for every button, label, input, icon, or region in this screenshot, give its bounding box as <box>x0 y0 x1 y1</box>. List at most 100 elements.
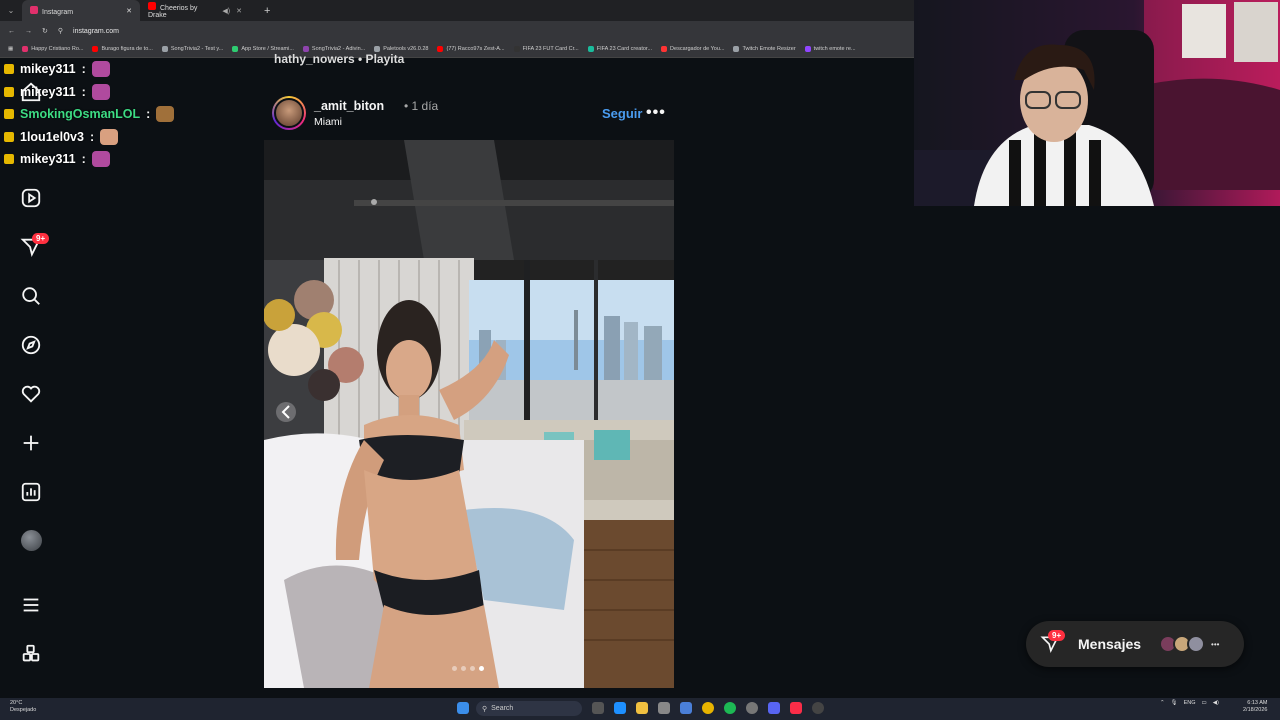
settings-icon[interactable] <box>746 702 758 714</box>
stream-chat-overlay: mikey311: mikey311: SmokingOsmanLOL:1lou1e… <box>4 58 204 171</box>
bookmark-item[interactable]: FIFA 23 Card creator... <box>587 46 652 52</box>
bookmark-favicon-icon <box>661 46 668 52</box>
post-photo[interactable] <box>264 140 674 688</box>
bookmark-favicon-icon <box>22 46 29 52</box>
screen: ⌄ Instagram ✕ Cheerios by Drake ◀) ✕ + ← … <box>0 0 1280 720</box>
profile-avatar[interactable] <box>21 530 42 551</box>
carousel-dot <box>470 666 475 671</box>
taskbar-clock[interactable]: 6:13 AM 2/18/2026 <box>1243 700 1267 714</box>
bookmark-item[interactable]: Descargador de You... <box>661 46 724 52</box>
chat-message: mikey311: <box>4 148 204 171</box>
volume-icon[interactable]: ◀) <box>1213 700 1219 706</box>
bookmark-favicon-icon <box>804 46 811 52</box>
messages-avatars <box>1159 635 1206 653</box>
more-apps-icon[interactable] <box>19 642 43 666</box>
search-icon[interactable] <box>19 284 43 308</box>
weather-widget[interactable]: 20°C Despejado <box>10 700 36 714</box>
store-icon[interactable] <box>658 702 670 714</box>
post-options-button[interactable]: ••• <box>646 104 666 122</box>
chat-username[interactable]: mikey311 <box>20 152 76 166</box>
bookmark-item[interactable]: Burago figura de to... <box>92 46 153 52</box>
carousel-dot <box>479 666 484 671</box>
post-location[interactable]: Miami <box>314 116 342 128</box>
microphone-icon[interactable]: 🎙 <box>1171 700 1178 706</box>
follow-button[interactable]: Seguir <box>602 106 642 121</box>
chat-emote-icon <box>100 128 119 145</box>
messages-badge: 9+ <box>1048 630 1066 641</box>
spotify-icon[interactable] <box>724 702 736 714</box>
discord-icon[interactable] <box>768 702 780 714</box>
taskbar-search-label: Search <box>491 705 514 712</box>
instagram-favicon-icon <box>30 5 38 14</box>
previous-post-header: hathy_nowers • Playita <box>274 52 405 66</box>
bookmark-item[interactable]: Twitch Emote Resizer <box>733 46 796 52</box>
music-icon[interactable] <box>790 702 802 714</box>
bookmark-item[interactable]: twitch emote re... <box>804 46 856 52</box>
tab-cheerios[interactable]: Cheerios by Drake ◀) ✕ <box>140 0 258 21</box>
post-username[interactable]: _amit_biton <box>314 99 384 113</box>
tray-chevron-icon[interactable]: ⌃ <box>1160 700 1165 706</box>
chat-separator: : <box>89 129 95 144</box>
carousel-indicator <box>452 666 484 671</box>
bookmark-favicon-icon <box>733 46 740 52</box>
messages-button[interactable]: Mensajes ••• <box>1026 621 1244 667</box>
home-icon[interactable] <box>19 80 43 104</box>
chat-message: 1lou1el0v3: <box>4 126 204 149</box>
subscriber-badge-icon <box>4 154 14 165</box>
bookmark-favicon-icon <box>437 46 444 52</box>
reload-icon[interactable]: ↻ <box>42 27 48 35</box>
file-explorer-icon[interactable] <box>636 702 648 714</box>
network-icon[interactable]: ▭ <box>1202 700 1207 706</box>
messages-more-label: ••• <box>1211 639 1220 649</box>
bookmark-item[interactable]: FIFA 23 FUT Card Cr... <box>513 46 579 52</box>
windows-start-icon[interactable] <box>457 702 469 714</box>
chat-separator: : <box>81 84 86 99</box>
mail-icon[interactable] <box>680 702 692 714</box>
taskbar-search[interactable]: ⚲ Search <box>476 701 582 716</box>
url-field[interactable]: instagram.com <box>73 28 119 35</box>
search-icon: ⚲ <box>482 705 488 713</box>
dashboard-icon[interactable] <box>19 480 43 504</box>
chat-separator: : <box>81 152 86 167</box>
clock-date: 2/18/2026 <box>1243 707 1268 713</box>
bookmark-item[interactable]: (77) Racco97s Zest-A... <box>437 46 505 52</box>
heart-icon[interactable] <box>19 382 43 406</box>
system-tray: ⌃ 🎙 ENG ▭ ◀) <box>1160 700 1219 706</box>
edge-icon[interactable] <box>614 702 626 714</box>
bookmark-favicon-icon <box>92 46 99 52</box>
tab-instagram[interactable]: Instagram ✕ <box>22 0 140 21</box>
post-author-avatar[interactable] <box>272 96 306 130</box>
language-indicator[interactable]: ENG <box>1184 700 1196 706</box>
new-tab-button[interactable]: + <box>258 5 276 17</box>
back-icon[interactable]: ← <box>8 28 15 35</box>
chat-username[interactable]: SmokingOsmanLOL <box>20 107 140 121</box>
forward-icon[interactable]: → <box>25 28 32 35</box>
carousel-dot <box>452 666 457 671</box>
mute-icon[interactable]: ◀) <box>222 7 230 15</box>
chat-username[interactable]: mikey311 <box>20 62 76 76</box>
subscriber-badge-icon <box>4 64 14 75</box>
site-info-icon[interactable]: ⚲ <box>58 27 63 35</box>
subscriber-badge-icon <box>4 86 14 97</box>
menu-icon[interactable] <box>19 593 43 617</box>
tab-close-icon[interactable]: ✕ <box>126 7 132 15</box>
chrome-icon[interactable] <box>702 702 714 714</box>
bookmark-item[interactable]: SongTrivia2 - Test y... <box>161 46 223 52</box>
subscriber-badge-icon <box>4 109 14 120</box>
tab-close-icon[interactable]: ✕ <box>236 7 242 15</box>
clock-time: 6:13 AM <box>1247 700 1268 706</box>
bookmark-item[interactable]: Happy Cristiano Ro... <box>22 46 83 52</box>
chat-username[interactable]: 1lou1el0v3 <box>20 130 84 144</box>
post-time: • 1 día <box>404 99 439 113</box>
reels-icon[interactable] <box>19 186 43 210</box>
apps-icon[interactable]: ▦ <box>8 46 13 52</box>
subscriber-badge-icon <box>4 131 14 142</box>
bookmark-label: Descargador de You... <box>670 46 725 52</box>
obs-icon[interactable] <box>812 702 824 714</box>
bookmark-label: twitch emote re... <box>813 46 856 52</box>
tab-search-icon[interactable]: ⌄ <box>0 6 22 15</box>
explore-icon[interactable] <box>19 333 43 357</box>
task-view-icon[interactable] <box>592 702 604 714</box>
message-contact-avatar <box>1187 635 1206 653</box>
create-icon[interactable] <box>19 431 43 455</box>
